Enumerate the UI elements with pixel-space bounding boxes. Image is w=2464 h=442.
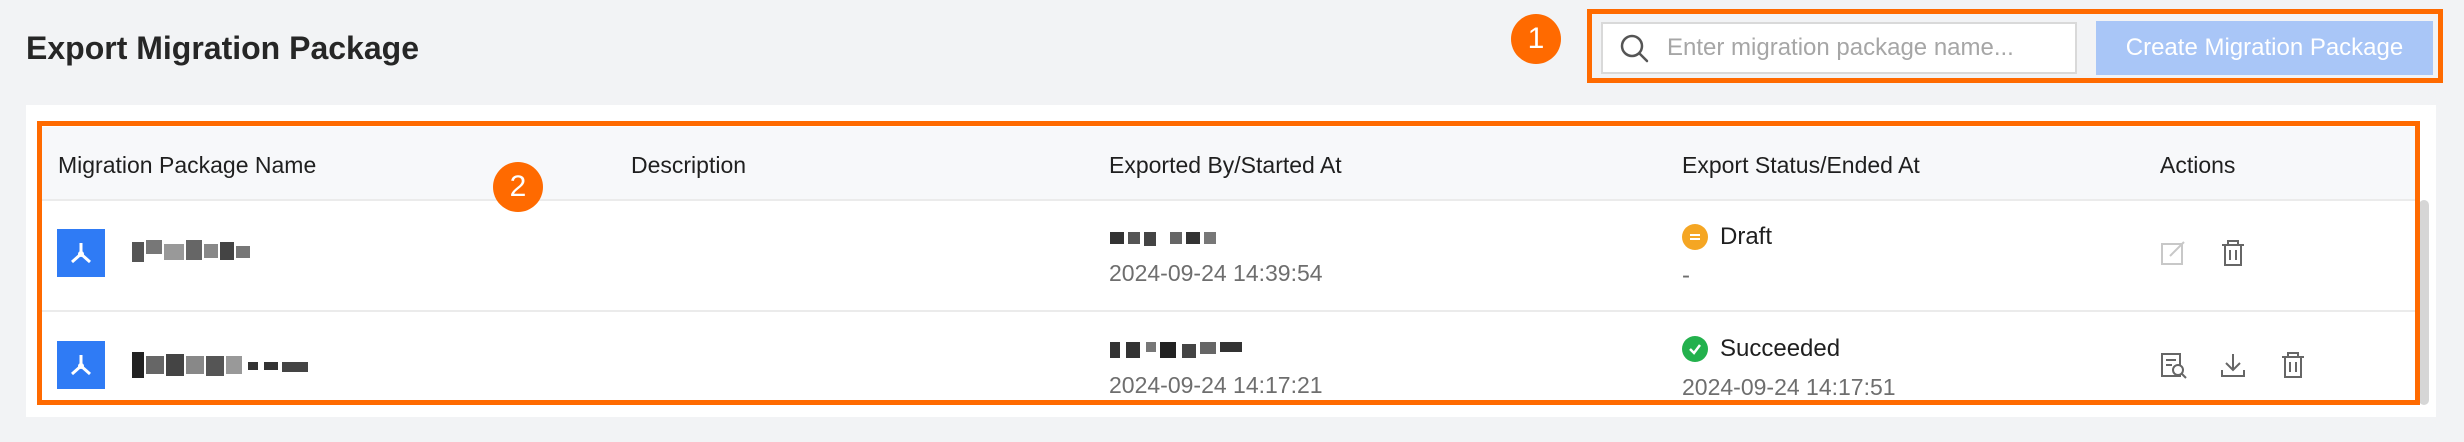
annotation-badge-1: 1 — [1511, 14, 1561, 64]
annotation-badge-2: 2 — [493, 162, 543, 212]
vertical-scrollbar[interactable] — [2419, 200, 2429, 405]
highlight-box-toolbar — [1587, 9, 2443, 83]
page-title: Export Migration Package — [26, 30, 419, 66]
highlight-box-table — [37, 121, 2420, 405]
